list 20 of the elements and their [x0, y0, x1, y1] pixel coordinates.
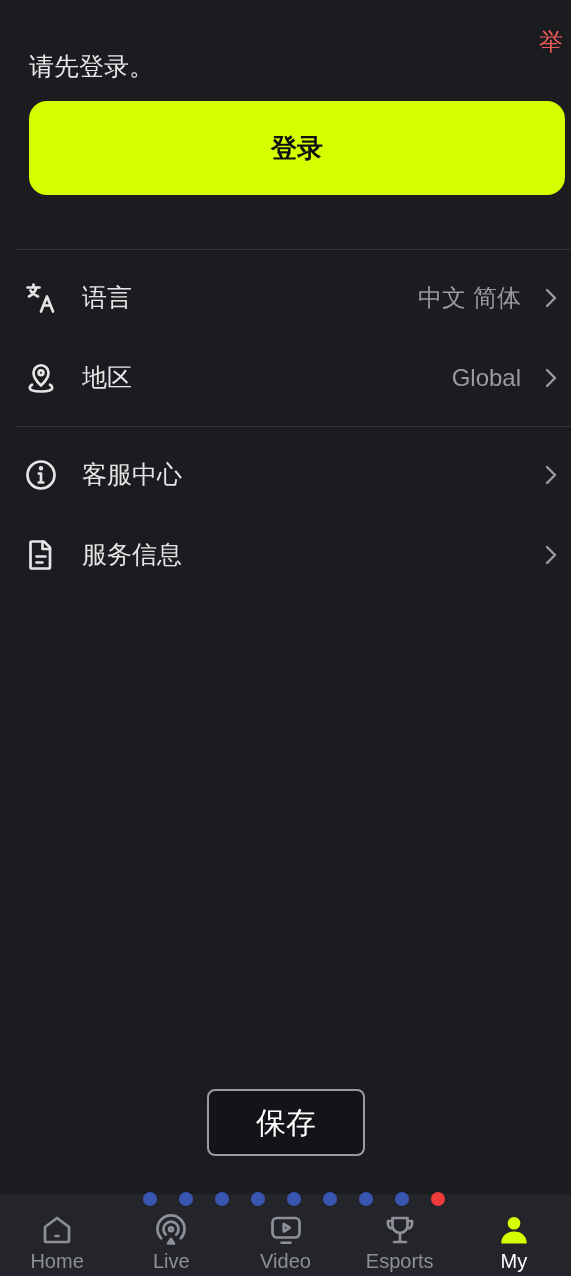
tab-bar-item[interactable]: Esports — [342, 1194, 457, 1276]
report-link[interactable]: 举 — [535, 24, 567, 60]
settings-row[interactable]: 语言 中文 简体 — [15, 258, 571, 338]
tab-bar-item[interactable]: Home — [0, 1194, 115, 1276]
settings-label: 地区 — [82, 362, 132, 394]
tab-bar-item[interactable]: Live — [114, 1194, 229, 1276]
login-button[interactable]: 登录 — [29, 101, 565, 195]
settings-label: 服务信息 — [82, 539, 182, 571]
settings-row[interactable]: 客服中心 — [15, 435, 571, 515]
tab-bar-item[interactable]: Video — [228, 1194, 343, 1276]
settings-value: Global — [451, 363, 521, 393]
tab-bar-item[interactable]: My — [456, 1194, 571, 1276]
login-prompt: 请先登录。 — [29, 52, 154, 80]
info-icon — [23, 457, 59, 493]
settings-row[interactable]: 服务信息 — [15, 515, 571, 595]
settings-label: 语言 — [82, 282, 132, 314]
settings-row[interactable]: 地区 Global — [15, 338, 571, 418]
save-button[interactable]: 保存 — [206, 1089, 365, 1156]
settings-label: 客服中心 — [82, 459, 182, 491]
settings-value: 中文 简体 — [418, 283, 521, 313]
